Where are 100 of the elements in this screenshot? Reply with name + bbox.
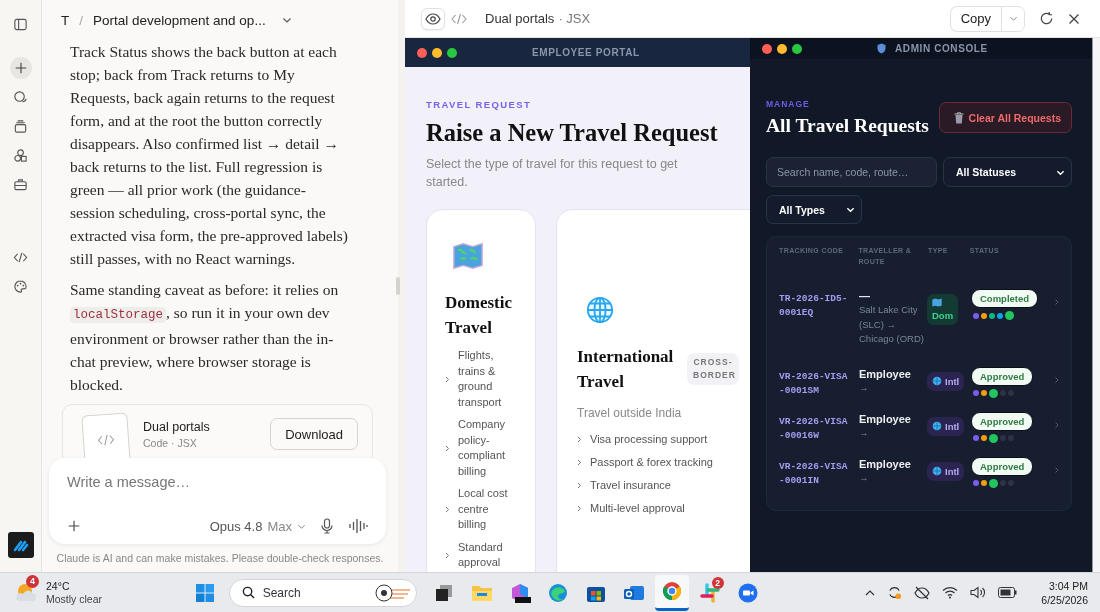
travel-type-card[interactable]: Domestic Travel Flights, trains & ground transport Company policy-compliant billing Local cost centre billing Standard approval	[426, 209, 536, 572]
artifact-name: Dual portals	[143, 419, 211, 434]
chevron-right-icon	[445, 505, 450, 513]
stack-icon[interactable]	[13, 119, 28, 134]
travel-type-badge: Dom	[927, 294, 959, 325]
filter-dropdown[interactable]: All Statuses	[943, 157, 1072, 187]
card-description: Travel outside India	[577, 406, 683, 420]
battery-icon[interactable]	[998, 587, 1018, 598]
chevron-right-icon	[1055, 299, 1059, 305]
close-window-dot[interactable]	[762, 43, 772, 54]
resize-handle[interactable]	[396, 277, 400, 295]
new-chat-button[interactable]	[9, 57, 32, 79]
system-clock[interactable]: 3:04 PM 6/25/2026	[1041, 578, 1088, 607]
chevron-down-icon	[846, 205, 855, 214]
request-row[interactable]: VR-2026-VISA-00016W Employee → Intl Approved	[779, 411, 1059, 457]
artifact-meta: Code · JSX	[143, 436, 198, 449]
sidebar-toggle-icon[interactable]	[13, 17, 28, 32]
request-row[interactable]: VR-2026-VISA-0001IN Employee → Intl Approved	[779, 456, 1059, 502]
model-selector[interactable]: Opus 4.8 Max	[209, 518, 306, 534]
sync-icon[interactable]	[887, 585, 903, 600]
message-input[interactable]: Write a message…	[67, 474, 368, 490]
app-logo-icon[interactable]	[7, 532, 34, 558]
eye-off-icon[interactable]	[914, 585, 931, 600]
project-initial[interactable]: T	[61, 12, 70, 28]
minimize-window-dot[interactable]	[777, 43, 787, 54]
status-badge: Approved	[971, 411, 1034, 431]
palette-icon[interactable]	[13, 279, 28, 294]
voice-waveform-icon[interactable]	[348, 518, 368, 534]
page-subheading: Select the type of travel for this request to get started.	[426, 156, 679, 191]
close-icon[interactable]	[1068, 12, 1080, 25]
route-text: →	[859, 380, 870, 395]
chat-bubbles-icon[interactable]	[13, 90, 28, 105]
search-input[interactable]: Search	[262, 585, 366, 600]
feature-item: Passport & forex tracking	[590, 455, 713, 470]
speaker-icon[interactable]	[970, 586, 987, 599]
hash-logo-icon	[699, 582, 720, 603]
traveller-name: Employee	[859, 456, 912, 471]
map-icon	[453, 242, 483, 270]
status-badge: Completed	[971, 289, 1039, 308]
chevron-up-icon[interactable]	[865, 588, 876, 597]
filter-dropdown[interactable]: All Types	[766, 195, 862, 224]
microphone-icon[interactable]	[320, 518, 334, 534]
card-title: International Travel	[577, 346, 675, 393]
shield-icon	[877, 43, 886, 54]
chevron-right-icon	[445, 375, 450, 383]
chevron-right-icon	[1055, 466, 1059, 473]
search-field[interactable]: Search name, code, route…	[766, 157, 937, 187]
shapes-icon[interactable]	[13, 148, 28, 163]
chevron-right-icon	[577, 482, 582, 490]
soccer-ball-icon	[373, 582, 412, 603]
chevron-down-icon[interactable]	[281, 15, 292, 25]
feature-item: Company policy-compliant billing	[458, 417, 507, 479]
clear-requests-button[interactable]: Clear All Requests	[938, 102, 1072, 133]
traveller-name: Employee	[859, 411, 912, 426]
window-title: ADMIN CONSOLE	[895, 43, 988, 54]
chevron-right-icon	[577, 505, 582, 513]
minimize-window-dot[interactable]	[432, 47, 442, 58]
traveller-name: —	[859, 289, 871, 303]
scrollbar-track[interactable]	[1092, 38, 1100, 572]
taskbar-search-bar[interactable]: Search	[228, 578, 417, 607]
route-text: →	[859, 470, 870, 485]
plus-icon[interactable]	[67, 519, 81, 533]
refresh-icon[interactable]	[1039, 11, 1054, 26]
route-text: →	[859, 425, 870, 440]
preview-toggle[interactable]	[421, 7, 445, 30]
browser-icon	[661, 581, 682, 601]
notification-badge: 2	[711, 576, 724, 589]
download-button[interactable]: Download	[270, 418, 358, 450]
wifi-icon[interactable]	[942, 586, 959, 599]
maximize-window-dot[interactable]	[792, 43, 802, 54]
close-window-dot[interactable]	[417, 47, 427, 58]
route-text: Salt Lake City (SLC) → Chicago (ORD)	[859, 303, 925, 346]
disclaimer-text: Claude is AI and can make mistakes. Please double-check responses.	[55, 551, 385, 566]
taskbar-app-button[interactable]: 2	[692, 574, 727, 611]
task-view-icon	[433, 582, 454, 603]
clock-time: 3:04 PM	[1048, 578, 1088, 593]
section-eyebrow: TRAVEL REQUEST	[426, 99, 533, 110]
start-button-icon[interactable]	[194, 582, 215, 603]
chevron-right-icon	[577, 436, 582, 444]
tracking-code: VR-2026-VISA-00016W	[779, 414, 849, 443]
briefcase-icon[interactable]	[13, 177, 28, 192]
request-row[interactable]: TR-2026-ID5-0001EQ — Salt Lake City (SLC) → Chicago (ORD) Dom Completed	[779, 289, 1059, 367]
maximize-window-dot[interactable]	[447, 47, 457, 58]
travel-type-card[interactable]: International Travel CROSS-BORDER Travel outside India Visa processing support Passport & forex tracking Travel insurance Multi-level approval	[556, 209, 750, 572]
globe-icon	[932, 421, 942, 431]
chat-title-button[interactable]: Portal development and op...	[93, 12, 272, 28]
status-badge: Approved	[971, 366, 1034, 386]
message-paragraph: Track Status shows the back button at each stop; back from Track returns to My Requests, back again returns to the request form, and at the root the button correctly disappears. Also confirmed list → detail → back returns to the list. Full regression is green — all prior work (the guidance-session scheduling, cross-portal sync, the extracted visa form, the pre-approved labels) still passes, with no React warnings.	[70, 42, 350, 269]
request-row[interactable]: VR-2026-VISA-0001SM Employee → Intl Approved	[779, 366, 1059, 412]
artifact-card[interactable]: Dual portals Code · JSX Download	[62, 404, 373, 458]
copy-button[interactable]: Copy	[949, 5, 1001, 32]
notification-badge: 4	[26, 574, 39, 588]
feature-item: Flights, trains & ground transport	[458, 348, 503, 410]
card-title: Domestic Travel	[445, 292, 514, 339]
traveller-name: Employee	[859, 366, 912, 381]
status-badge: Approved	[971, 456, 1034, 476]
feature-item: Travel insurance	[590, 478, 671, 493]
travel-type-badge: Intl	[927, 371, 965, 391]
code-icon	[451, 12, 467, 25]
code-icon[interactable]	[13, 250, 28, 265]
